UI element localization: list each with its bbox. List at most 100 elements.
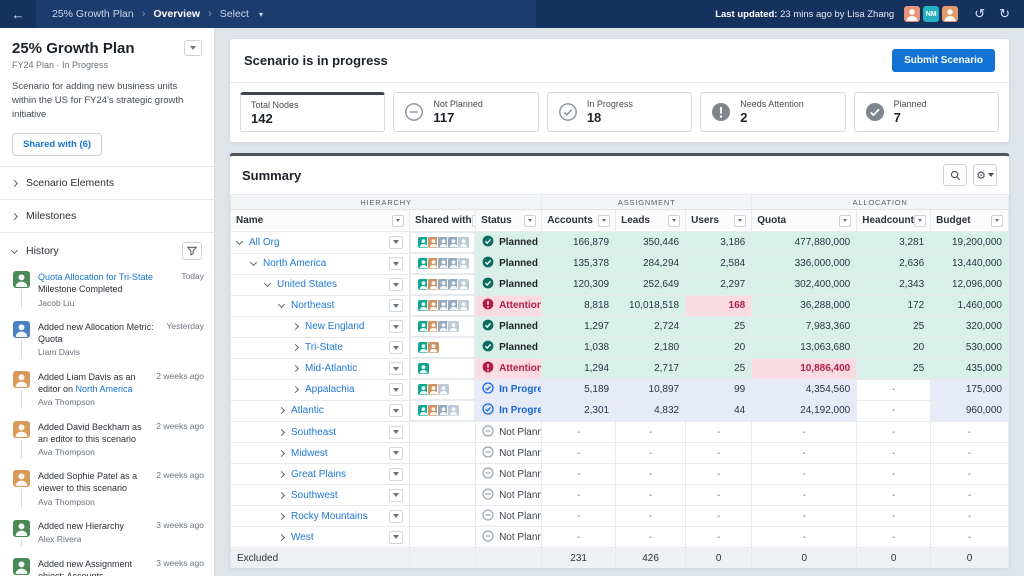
chevron-right-icon[interactable]	[292, 323, 299, 330]
data-cell: -	[752, 464, 857, 485]
row-options-dropdown[interactable]	[389, 341, 403, 354]
avatar-stack[interactable]	[417, 278, 470, 291]
avatar	[13, 421, 30, 438]
avatar-stack[interactable]	[417, 236, 470, 249]
chevron-right-icon[interactable]	[278, 512, 285, 519]
row-options-dropdown[interactable]	[389, 489, 403, 502]
back-icon[interactable]: ←	[0, 7, 36, 22]
filter-icon[interactable]	[182, 242, 202, 260]
row-options-dropdown[interactable]	[389, 404, 403, 417]
status-badge: Not Planned	[476, 485, 542, 506]
sidebar-item-history[interactable]: History	[0, 232, 214, 269]
sidebar-item-scenario-elements[interactable]: Scenario Elements	[0, 166, 214, 199]
node-name-link[interactable]: Tri-State	[305, 342, 343, 353]
chevron-right-icon[interactable]	[278, 428, 285, 435]
chevron-right-icon[interactable]	[292, 344, 299, 351]
chevron-down-icon[interactable]	[264, 280, 271, 287]
column-dropdown[interactable]	[472, 215, 476, 227]
sidebar-item-milestones[interactable]: Milestones	[0, 199, 214, 232]
row-options-dropdown[interactable]	[389, 299, 403, 312]
row-options-dropdown[interactable]	[389, 278, 403, 291]
submit-scenario-button[interactable]: Submit Scenario	[892, 49, 995, 72]
avatar-stack[interactable]	[417, 383, 450, 396]
row-options-dropdown[interactable]	[389, 362, 403, 375]
row-options-dropdown[interactable]	[389, 468, 403, 481]
node-name-link[interactable]: Mid-Atlantic	[305, 363, 357, 374]
chevron-right-icon[interactable]	[278, 491, 285, 498]
chevron-down-icon[interactable]	[250, 259, 257, 266]
chevron-down-icon[interactable]	[278, 301, 285, 308]
node-name-link[interactable]: New England	[305, 321, 364, 332]
avatar-stack[interactable]	[417, 404, 460, 417]
data-cell: 13,440,000	[931, 253, 1009, 274]
column-dropdown[interactable]	[668, 215, 680, 227]
column-dropdown[interactable]	[839, 215, 851, 227]
node-name-link[interactable]: West	[291, 532, 314, 543]
node-name-link[interactable]: All Org	[249, 237, 280, 248]
status-card-not-planned[interactable]: Not Planned117	[393, 92, 538, 132]
avatar[interactable]: NM	[923, 6, 939, 22]
avatar-stack[interactable]	[417, 320, 460, 333]
status-card-planned[interactable]: Planned7	[854, 92, 999, 132]
row-options-dropdown[interactable]	[389, 320, 403, 333]
avatar[interactable]	[942, 6, 958, 22]
column-dropdown[interactable]	[991, 215, 1003, 227]
undo-icon[interactable]: ↺	[974, 6, 985, 22]
column-dropdown[interactable]	[524, 215, 536, 227]
breadcrumb-plan[interactable]: 25% Growth Plan	[52, 8, 134, 20]
column-dropdown[interactable]	[914, 215, 926, 227]
node-name-link[interactable]: North America	[263, 258, 326, 269]
shared-with-button[interactable]: Shared with (6)	[12, 133, 102, 156]
node-name-link[interactable]: Rocky Mountains	[291, 511, 368, 522]
node-name-link[interactable]: Southeast	[291, 427, 336, 438]
node-name-link[interactable]: Northeast	[291, 300, 334, 311]
chevron-down-icon[interactable]: ▾	[259, 10, 263, 19]
node-name-link[interactable]: Midwest	[291, 448, 328, 459]
row-options-dropdown[interactable]	[389, 236, 403, 249]
plan-options-dropdown[interactable]	[184, 40, 202, 56]
node-name-link[interactable]: Atlantic	[291, 405, 324, 416]
row-options-dropdown[interactable]	[389, 531, 403, 544]
chevron-right-icon[interactable]	[292, 386, 299, 393]
chevron-right-icon[interactable]	[278, 449, 285, 456]
redo-icon[interactable]: ↻	[999, 6, 1010, 22]
node-name-link[interactable]: Southwest	[291, 490, 338, 501]
row-options-dropdown[interactable]	[389, 510, 403, 523]
chevron-right-icon[interactable]	[292, 365, 299, 372]
row-options-dropdown[interactable]	[389, 447, 403, 460]
column-dropdown[interactable]	[598, 215, 610, 227]
row-options-dropdown[interactable]	[389, 257, 403, 270]
history-link[interactable]: Quota Allocation for Tri-State	[38, 272, 153, 282]
column-dropdown[interactable]	[392, 215, 404, 227]
avatar	[417, 362, 430, 375]
search-button[interactable]	[943, 164, 967, 186]
node-name-link[interactable]: Appalachia	[305, 384, 354, 395]
data-cell: 2,636	[857, 253, 931, 274]
avatar-stack[interactable]	[417, 257, 470, 270]
avatar-stack[interactable]	[417, 341, 440, 354]
history-author: Ava Thompson	[38, 497, 148, 508]
column-dropdown[interactable]	[734, 215, 746, 227]
data-cell: -	[752, 527, 857, 548]
status-card-in-progress[interactable]: In Progress18	[547, 92, 692, 132]
node-name-link[interactable]: United States	[277, 279, 337, 290]
avatar-stack[interactable]	[417, 299, 470, 312]
row-options-dropdown[interactable]	[389, 383, 403, 396]
chevron-right-icon[interactable]	[278, 533, 285, 540]
breadcrumb-select[interactable]: Select	[220, 8, 249, 20]
breadcrumb-overview[interactable]: Overview	[153, 8, 200, 20]
history-link[interactable]: North America	[76, 384, 133, 394]
avatar[interactable]	[904, 6, 920, 22]
history-text-segment: Added new Assignment object: Accounts	[38, 559, 132, 576]
history-timestamp: Yesterday	[167, 321, 205, 359]
node-name-link[interactable]: Great Plains	[291, 469, 346, 480]
avatar-stack[interactable]	[417, 362, 430, 375]
chevron-right-icon[interactable]	[278, 407, 285, 414]
status-card-total-nodes[interactable]: Total Nodes142	[240, 92, 385, 132]
row-options-dropdown[interactable]	[389, 426, 403, 439]
status-card-needs-attention[interactable]: Needs Attention2	[700, 92, 845, 132]
chevron-down-icon[interactable]	[236, 238, 243, 245]
table-settings-button[interactable]: ⚙	[973, 164, 997, 186]
chevron-right-icon[interactable]	[278, 470, 285, 477]
status-label: In Progress	[499, 405, 542, 416]
